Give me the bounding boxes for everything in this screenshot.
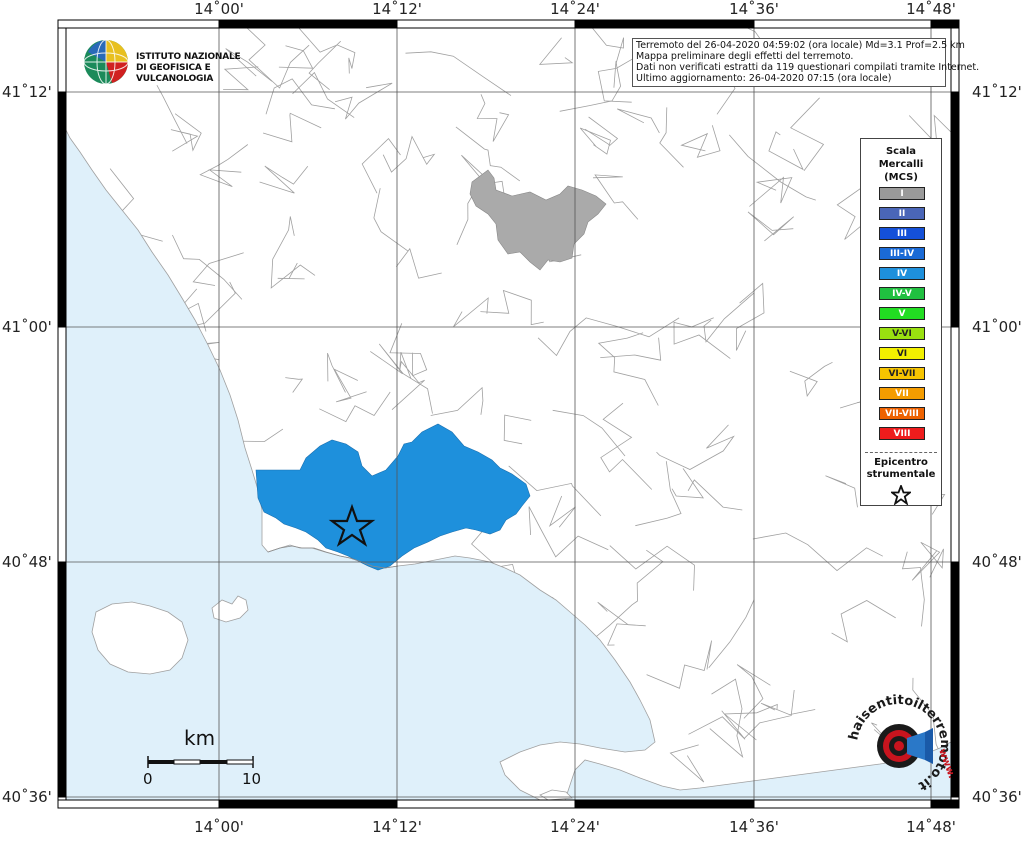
legend-swatch: VII <box>879 387 925 400</box>
scale-end: 10 <box>242 770 262 788</box>
haisentito-logo-graphic: haisentitoilterremoto.it www. <box>846 693 957 793</box>
lon-label-bottom-4: 14˚36' <box>729 818 779 836</box>
lon-label-bottom-2: 14˚12' <box>372 818 422 836</box>
legend-swatch: V <box>879 307 925 320</box>
lat-label-right-3: 40˚48' <box>972 553 1022 571</box>
info-line-1: Terremoto del 26-04-2020 04:59:02 (ora l… <box>636 40 965 51</box>
legend-star-icon <box>891 485 911 505</box>
legend-swatch: IV <box>879 267 925 280</box>
legend-swatch: III <box>879 227 925 240</box>
info-line-2: Mappa preliminare degli effetti del terr… <box>636 51 854 62</box>
legend-swatch: VI <box>879 347 925 360</box>
frame-segment-bottom <box>574 799 755 809</box>
lat-label-right-4: 40˚36' <box>972 788 1022 806</box>
lat-label-right-2: 41˚00' <box>972 318 1022 336</box>
legend-swatch: III-IV <box>879 247 925 260</box>
legend-separator <box>865 452 937 453</box>
scale-bar: km 0 10 <box>140 726 270 788</box>
frame-segment-top <box>753 19 932 29</box>
ingv-logo-text: ISTITUTO NAZIONALE DI GEOFISICA E VULCAN… <box>136 52 262 85</box>
frame-segment-top <box>218 19 398 29</box>
lat-label-left-4: 40˚36' <box>2 788 52 806</box>
lon-label-bottom-3: 14˚24' <box>550 818 600 836</box>
lat-label-right-1: 41˚12' <box>972 83 1022 101</box>
ingv-logo-line2: DI GEOFISICA E VULCANOLOGIA <box>136 63 214 84</box>
lat-label-left-2: 41˚00' <box>2 318 52 336</box>
frame-segment-left <box>57 796 67 801</box>
info-line-3: Dati non verificati estratti da 119 ques… <box>636 62 980 73</box>
frame-segment-top <box>396 19 576 29</box>
frame-segment-right <box>950 326 960 563</box>
frame-segment-bottom <box>396 799 576 809</box>
frame-segment-right <box>950 91 960 328</box>
frame-segment-left <box>57 326 67 563</box>
legend-swatch: VII-VIII <box>879 407 925 420</box>
lon-label-bottom-1: 14˚00' <box>194 818 244 836</box>
legend-swatch: VIII <box>879 427 925 440</box>
legend-swatch: VI-VII <box>879 367 925 380</box>
lon-label-top-3: 14˚24' <box>550 0 600 18</box>
earthquake-info-box: Terremoto del 26-04-2020 04:59:02 (ora l… <box>632 38 980 87</box>
legend-epicentre-label: Epicentro strumentale <box>866 457 936 480</box>
legend-swatch: V-VI <box>879 327 925 340</box>
lon-label-top-5: 14˚48' <box>906 0 956 18</box>
ingv-logo: ISTITUTO NAZIONALE DI GEOFISICA E VULCAN… <box>82 38 262 85</box>
frame-segment-bottom <box>218 799 398 809</box>
frame-segment-left <box>57 561 67 798</box>
legend-title: Scala Mercalli (MCS) <box>878 146 924 183</box>
frame-segment-bottom <box>930 799 960 809</box>
frame-segment-left <box>57 91 67 328</box>
lon-label-bottom-5: 14˚48' <box>906 818 956 836</box>
frame-segment-left <box>57 27 67 93</box>
lon-label-top-1: 14˚00' <box>194 0 244 18</box>
lat-label-left-3: 40˚48' <box>2 553 52 571</box>
macroseismic-map: 14˚00' 14˚12' 14˚24' 14˚36' 14˚48' 14˚00… <box>0 0 1024 837</box>
lat-label-left-1: 41˚12' <box>2 83 52 101</box>
lon-label-top-2: 14˚12' <box>372 0 422 18</box>
haisentito-logo: haisentitoilterremoto.it www. <box>845 692 957 800</box>
scale-unit: km <box>184 726 216 750</box>
intensity-legend: Scala Mercalli (MCS) I II III III-IV IV IV-V V… <box>860 138 942 506</box>
frame-segment-right <box>950 27 960 93</box>
ingv-logo-line1: ISTITUTO NAZIONALE <box>136 52 241 62</box>
info-line-4: Ultimo aggiornamento: 26-04-2020 07:15 (… <box>636 73 892 84</box>
frame-segment-top <box>930 19 960 29</box>
frame-segment-bottom <box>57 799 220 809</box>
legend-swatch: II <box>879 207 925 220</box>
globe-icon <box>83 39 129 85</box>
legend-swatch: IV-V <box>879 287 925 300</box>
legend-swatch: I <box>879 187 925 200</box>
frame-segment-bottom <box>753 799 932 809</box>
frame-segment-top <box>57 19 220 29</box>
lon-label-top-4: 14˚36' <box>729 0 779 18</box>
frame-segment-top <box>574 19 755 29</box>
scale-start: 0 <box>143 770 153 788</box>
